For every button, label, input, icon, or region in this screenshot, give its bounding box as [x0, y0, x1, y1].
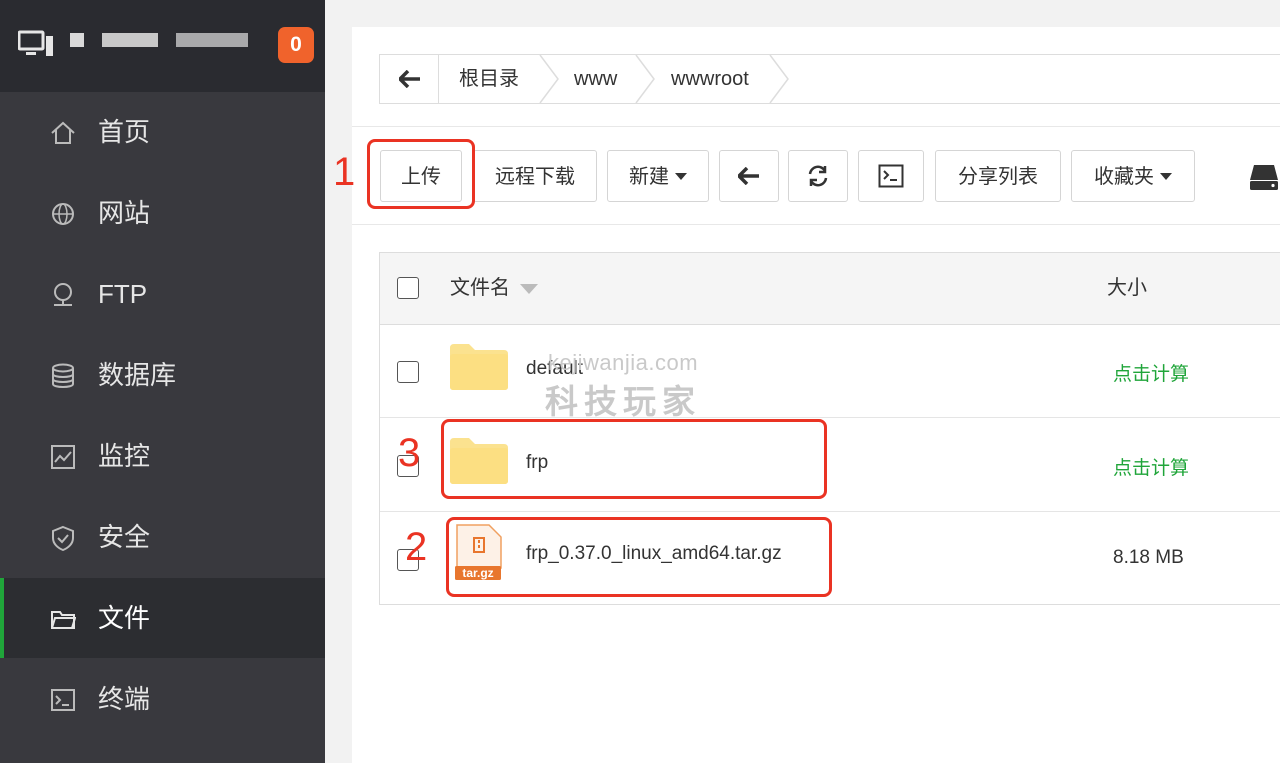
sidebar-item-label: 终端 [98, 684, 151, 714]
sidebar-item-website[interactable]: 网站 [0, 173, 325, 253]
remote-download-button[interactable]: 远程下载 [473, 150, 597, 202]
archive-highlight-box [446, 517, 832, 597]
shield-icon [52, 525, 74, 551]
sidebar-item-terminal[interactable]: 终端 [0, 659, 325, 739]
terminal-button[interactable] [858, 150, 924, 202]
sidebar-item-label: 首页 [98, 117, 151, 147]
breadcrumb-separator [769, 55, 789, 103]
hostname-blurred [176, 33, 248, 47]
new-button-label: 新建 [629, 166, 669, 188]
divider [352, 126, 1280, 127]
caret-down-icon [1160, 172, 1172, 180]
ftp-icon [54, 283, 72, 306]
watermark-url: kejiwanjia.com [548, 350, 699, 375]
sidebar-item-label: 监控 [98, 441, 151, 471]
database-icon [52, 363, 74, 388]
sidebar-item-ftp[interactable]: FTP [0, 254, 325, 334]
breadcrumb: 根目录 www wwwroot [379, 54, 1280, 104]
sidebar-item-monitor[interactable]: 监控 [0, 416, 325, 496]
refresh-icon [808, 165, 828, 187]
sidebar-item-files[interactable]: 文件 [0, 578, 325, 658]
terminal-icon [878, 164, 904, 188]
annotation-number-3: 3 [398, 431, 421, 475]
folder-icon [450, 344, 508, 390]
hostname-blurred [70, 33, 84, 47]
new-dropdown-button[interactable]: 新建 [607, 150, 709, 202]
arrow-left-icon [738, 167, 759, 185]
back-button[interactable] [719, 150, 779, 202]
file-size: 8.18 MB [1113, 547, 1184, 568]
terminal-icon [51, 689, 75, 711]
folder-icon [51, 611, 76, 629]
caret-down-icon [675, 172, 687, 180]
server-logo-icon [18, 30, 53, 56]
globe-icon [52, 203, 74, 225]
breadcrumb-item-www[interactable]: www [574, 55, 617, 103]
sidebar-item-label: 文件 [98, 603, 151, 633]
favorites-button-label: 收藏夹 [1094, 166, 1154, 188]
column-header-filename-label: 文件名 [450, 277, 510, 299]
refresh-button[interactable] [788, 150, 848, 202]
hostname-blurred [102, 33, 158, 47]
column-header-filename[interactable]: 文件名 [450, 253, 538, 324]
annotation-number-2: 2 [405, 525, 428, 569]
column-header-size[interactable]: 大小 [1107, 253, 1147, 324]
annotation-number-1: 1 [333, 150, 356, 194]
arrow-left-icon [399, 70, 420, 88]
select-all-checkbox[interactable] [397, 277, 419, 299]
sidebar-item-label: FTP [98, 279, 148, 309]
frp-folder-highlight-box [441, 419, 827, 499]
divider [352, 224, 1280, 225]
sidebar-item-security[interactable]: 安全 [0, 497, 325, 577]
row-checkbox[interactable] [397, 361, 419, 383]
sidebar-item-label: 安全 [98, 522, 151, 552]
breadcrumb-item-wwwroot[interactable]: wwwroot [671, 55, 749, 103]
disk-icon[interactable] [1250, 163, 1280, 191]
sidebar-item-home[interactable]: 首页 [0, 92, 325, 172]
breadcrumb-item-root[interactable]: 根目录 [459, 55, 519, 103]
file-size-calc-link[interactable]: 点击计算 [1113, 359, 1189, 386]
file-size-calc-link[interactable]: 点击计算 [1113, 453, 1189, 480]
share-list-button[interactable]: 分享列表 [935, 150, 1061, 202]
sidebar-item-label: 网站 [98, 198, 151, 228]
breadcrumb-back-button[interactable] [380, 55, 439, 103]
home-icon [51, 121, 75, 144]
table-header: 文件名 大小 [380, 253, 1280, 325]
sort-caret-icon [520, 283, 538, 294]
breadcrumb-separator [635, 55, 655, 103]
monitor-icon [51, 445, 75, 469]
notification-badge[interactable]: 0 [278, 27, 314, 63]
upload-highlight-box [367, 139, 475, 209]
favorites-dropdown-button[interactable]: 收藏夹 [1071, 150, 1195, 202]
sidebar-item-database[interactable]: 数据库 [0, 335, 325, 415]
breadcrumb-separator [539, 55, 559, 103]
sidebar-item-label: 数据库 [98, 360, 177, 390]
sidebar-header: 0 [0, 0, 325, 92]
table-row[interactable]: default 点击计算 [380, 324, 1280, 418]
watermark-text: 科技玩家 [545, 382, 701, 421]
sidebar: 0 首页 网站 FTP 数据库 监控 安全 文件 终端 [0, 0, 325, 763]
